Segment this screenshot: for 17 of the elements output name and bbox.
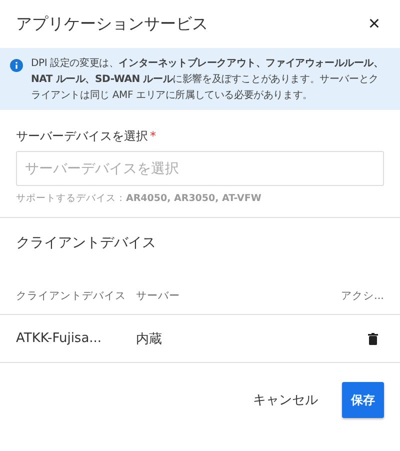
table-cell-text: 内蔵 <box>136 330 162 348</box>
column-header: クライアントデバイス <box>16 288 127 302</box>
table-cell-text: ATKK-Fujisa... <box>16 331 103 346</box>
info-text: DPI 設定の変更は、インターネットブレークアウト、ファイアウォールルール、NAT ルール、SD-WAN ルールに影響を及ぼすことがあります。サーバーとクライアントは同じ AMF エリアに所属している必要があります。 <box>31 56 384 103</box>
server-device-field[interactable]: サーバーデバイスを選択 <box>16 151 384 186</box>
dialog-title: アプリケーションサービス <box>16 14 208 34</box>
close-button[interactable]: × <box>364 12 384 36</box>
delete-icon[interactable] <box>368 332 378 344</box>
column-header: サーバー <box>136 288 181 302</box>
cancel-button[interactable]: キャンセル <box>247 390 324 410</box>
section-title: クライアントデバイス <box>16 235 156 251</box>
field-label: サーバーデバイスを選択 <box>16 129 148 143</box>
info-icon <box>10 59 23 72</box>
save-button[interactable]: 保存 <box>342 382 384 418</box>
hint-text: サポートするデバイス：AR4050, AR3050, AT-VFW <box>16 192 262 205</box>
column-header: アクシ... <box>340 288 384 302</box>
required-mark: * <box>150 129 156 143</box>
